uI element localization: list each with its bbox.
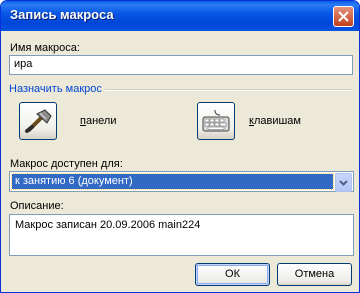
close-icon	[338, 11, 349, 22]
available-for-value: к занятию 6 (документ)	[11, 173, 334, 190]
available-for-label: Макрос доступен для:	[10, 158, 123, 170]
assign-toolbar-label: панели	[80, 115, 117, 127]
ok-button[interactable]: ОК	[195, 263, 270, 286]
assign-keyboard-label: клавишам	[249, 115, 301, 127]
macro-name-input[interactable]: ира	[9, 55, 353, 75]
assign-keyboard-button[interactable]	[197, 102, 235, 140]
hammer-icon	[25, 109, 52, 133]
cancel-button[interactable]: Отмена	[277, 263, 352, 286]
assign-macro-label: Назначить макрос	[9, 83, 102, 95]
window-title: Запись макроса	[10, 7, 114, 22]
assign-separator	[105, 89, 353, 91]
available-for-select[interactable]: к занятию 6 (документ)	[9, 171, 354, 192]
description-label: Описание:	[10, 200, 64, 212]
titlebar[interactable]: Запись макроса	[1, 1, 359, 31]
assign-toolbar-button[interactable]	[19, 102, 57, 140]
description-textarea[interactable]: Макрос записан 20.09.2006 main224	[9, 214, 354, 256]
record-macro-dialog: Запись макроса Имя макроса: ира Назначит…	[0, 0, 360, 293]
macro-name-label: Имя макроса:	[10, 42, 80, 54]
dropdown-arrow[interactable]	[335, 173, 352, 192]
close-button[interactable]	[333, 6, 354, 27]
keyboard-icon	[202, 109, 230, 132]
chevron-down-icon	[339, 180, 348, 186]
